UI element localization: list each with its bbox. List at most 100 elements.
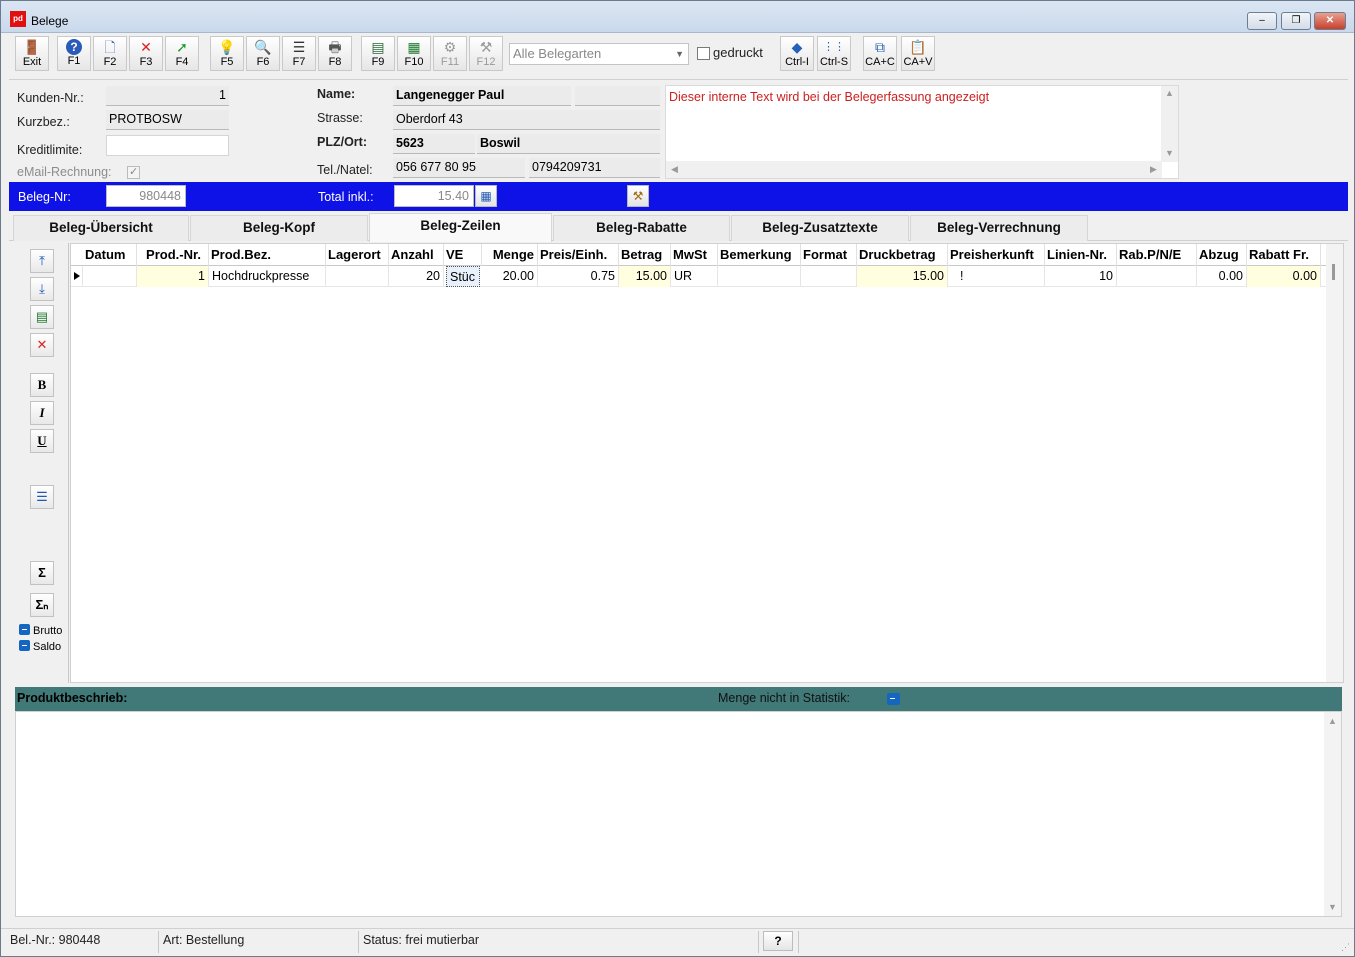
cell-datum[interactable] (83, 266, 137, 287)
col-rab-pne[interactable]: Rab.P/N/E (1117, 244, 1197, 266)
cell-bemerkung[interactable] (718, 266, 801, 287)
tab-beleg-zeilen[interactable]: Beleg-Zeilen (369, 213, 552, 242)
copy-button[interactable]: ⧉ CA+C (863, 36, 897, 71)
cell-rab-pne[interactable] (1117, 266, 1197, 287)
scroll-down-icon[interactable]: ▼ (1328, 902, 1337, 912)
col-menge[interactable]: Menge (482, 244, 538, 266)
col-abzug[interactable]: Abzug (1197, 244, 1247, 266)
name-extra-field[interactable] (575, 86, 660, 106)
col-druckbetrag[interactable]: Druckbetrag (857, 244, 948, 266)
f12-button[interactable]: ⚒ F12 (469, 36, 503, 71)
cell-anzahl[interactable]: 20 (389, 266, 444, 287)
ctrl-i-button[interactable]: ◆ Ctrl-I (780, 36, 814, 71)
col-ve[interactable]: VE (444, 244, 482, 266)
natel-field[interactable]: 0794209731 (529, 158, 660, 178)
ort-field[interactable]: Boswil (477, 134, 660, 154)
cell-prod-bez[interactable]: Hochdruckpresse (209, 266, 326, 287)
f8-print-button[interactable]: 🖶 F8 (318, 36, 352, 71)
f3-delete-button[interactable]: ✕ F3 (129, 36, 163, 71)
minimize-button[interactable]: – (1247, 12, 1277, 30)
col-prod-nr[interactable]: Prod.-Nr. (137, 244, 209, 266)
paste-button[interactable]: 📋 CA+V (901, 36, 935, 71)
cell-linien-nr[interactable]: 10 (1045, 266, 1117, 287)
cell-druckbetrag[interactable]: 15.00 (857, 266, 948, 287)
gedruckt-checkbox[interactable] (697, 47, 710, 60)
cell-mwst[interactable]: UR (671, 266, 718, 287)
grid-scroll-thumb[interactable] (1332, 264, 1335, 280)
f1-help-button[interactable]: ? F1 (57, 36, 91, 71)
tab-beleg-zusatztexte[interactable]: Beleg-Zusatztexte (731, 215, 909, 241)
col-betrag[interactable]: Betrag (619, 244, 671, 266)
resize-grip-icon[interactable]: ⋰ (1341, 942, 1350, 953)
scroll-up-icon[interactable]: ▲ (1328, 716, 1337, 726)
move-down-button[interactable]: ⤓ (30, 277, 54, 301)
scroll-down-icon[interactable]: ▼ (1165, 148, 1174, 158)
restore-button[interactable]: ❐ (1281, 12, 1311, 30)
tab-beleg-verrechnung[interactable]: Beleg-Verrechnung (910, 215, 1088, 241)
belegarten-select[interactable]: Alle Belegarten ▼ (509, 43, 689, 65)
kurzbez-field[interactable]: PROTBOSW (106, 110, 229, 130)
cell-abzug[interactable]: 0.00 (1197, 266, 1247, 287)
col-anzahl[interactable]: Anzahl (389, 244, 444, 266)
f4-button[interactable]: ➚ F4 (165, 36, 199, 71)
internal-text-vscroll[interactable]: ▲ ▼ (1161, 86, 1178, 162)
cell-betrag[interactable]: 15.00 (619, 266, 671, 287)
menge-statistik-toggle[interactable] (887, 693, 900, 705)
table-row[interactable]: 1 Hochdruckpresse 20 Stüc 20.00 0.75 15.… (71, 266, 1327, 287)
col-lagerort[interactable]: Lagerort (326, 244, 389, 266)
magic-wand-button[interactable]: ⚒ (627, 185, 649, 207)
strasse-field[interactable]: Oberdorf 43 (393, 110, 660, 130)
brutto-toggle[interactable]: Brutto (19, 624, 62, 637)
scroll-up-icon[interactable]: ▲ (1165, 88, 1174, 98)
f10-button[interactable]: ▦ F10 (397, 36, 431, 71)
cell-preis-einh[interactable]: 0.75 (538, 266, 619, 287)
produktbeschrieb-vscroll[interactable]: ▲ ▼ (1324, 712, 1341, 916)
f2-new-button[interactable]: 🗋 F2 (93, 36, 127, 71)
bold-button[interactable]: B (30, 373, 54, 397)
f6-search-button[interactable]: 🔍 F6 (246, 36, 280, 71)
tab-beleg-uebersicht[interactable]: Beleg-Übersicht (13, 215, 189, 241)
f9-button[interactable]: ▤ F9 (361, 36, 395, 71)
exit-button[interactable]: 🚪 Exit (15, 36, 49, 71)
beleg-nr-field[interactable]: 980448 (106, 185, 186, 207)
cell-ve[interactable]: Stüc (446, 266, 480, 287)
name-field[interactable]: Langenegger Paul (393, 86, 571, 106)
subtotal-button[interactable]: Σₙ (30, 593, 54, 617)
col-prod-bez[interactable]: Prod.Bez. (209, 244, 326, 266)
col-mwst[interactable]: MwSt (671, 244, 718, 266)
internal-text-hscroll[interactable]: ◀ ▶ (666, 161, 1162, 178)
col-format[interactable]: Format (801, 244, 857, 266)
close-button[interactable]: ✕ (1314, 12, 1346, 30)
produktbeschrieb-textarea[interactable]: ▲ ▼ (15, 711, 1342, 917)
ctrl-s-button[interactable]: ⋮⋮ Ctrl-S (817, 36, 851, 71)
italic-button[interactable]: I (30, 401, 54, 425)
tab-beleg-rabatte[interactable]: Beleg-Rabatte (553, 215, 730, 241)
move-up-button[interactable]: ⤒ (30, 249, 54, 273)
kreditlimite-field[interactable] (106, 135, 229, 156)
indent-button[interactable]: ☰ (30, 485, 54, 509)
col-rabatt-fr[interactable]: Rabatt Fr. (1247, 244, 1321, 266)
cell-lagerort[interactable] (326, 266, 389, 287)
cell-format[interactable] (801, 266, 857, 287)
col-linien-nr[interactable]: Linien-Nr. (1045, 244, 1117, 266)
col-preis-einh[interactable]: Preis/Einh. (538, 244, 619, 266)
col-preisherkunft[interactable]: Preisherkunft (948, 244, 1045, 266)
tab-beleg-kopf[interactable]: Beleg-Kopf (190, 215, 368, 241)
calculator-button[interactable]: ▦ (475, 185, 497, 207)
scroll-right-icon[interactable]: ▶ (1150, 164, 1157, 175)
f5-button[interactable]: 💡 F5 (210, 36, 244, 71)
col-datum[interactable]: Datum (83, 244, 137, 266)
cell-prod-nr[interactable]: 1 (137, 266, 209, 287)
sum-button[interactable]: Σ (30, 561, 54, 585)
plz-field[interactable]: 5623 (393, 134, 475, 154)
saldo-toggle[interactable]: Saldo (19, 640, 61, 653)
grid-vscroll[interactable] (1326, 244, 1343, 682)
insert-row-button[interactable]: ▤ (30, 305, 54, 329)
internal-text-area[interactable]: Dieser interne Text wird bei der Beleger… (665, 85, 1179, 179)
f7-list-button[interactable]: ☰ F7 (282, 36, 316, 71)
kunden-nr-field[interactable]: 1 (106, 86, 229, 106)
underline-button[interactable]: U (30, 429, 54, 453)
cell-rabatt-fr[interactable]: 0.00 (1247, 266, 1321, 287)
email-rechnung-checkbox[interactable] (127, 165, 140, 179)
col-bemerkung[interactable]: Bemerkung (718, 244, 801, 266)
